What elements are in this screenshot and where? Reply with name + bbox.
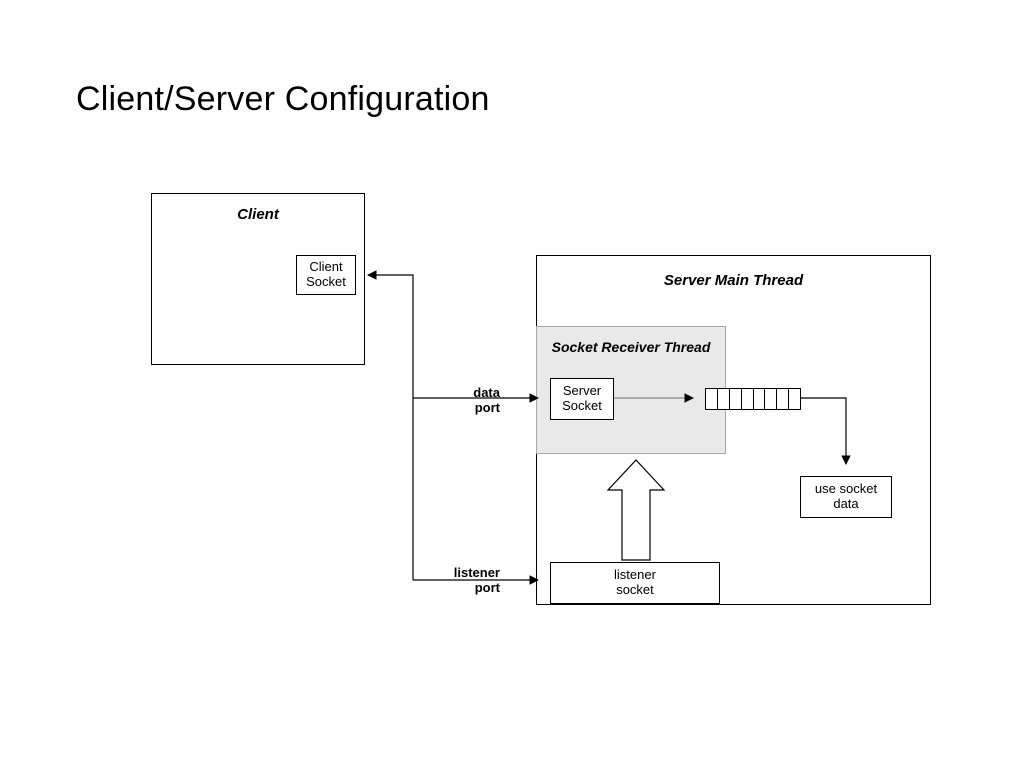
page-title: Client/Server Configuration	[76, 80, 490, 119]
client-socket-box: ClientSocket	[296, 255, 356, 295]
create-thread-label: CreateThread	[624, 484, 653, 544]
listener-port-label: listenerport	[432, 566, 500, 596]
arrow-to-client-socket	[368, 275, 413, 580]
server-main-thread-title: Server Main Thread	[537, 272, 930, 289]
data-port-label: dataport	[440, 386, 500, 416]
socket-receiver-thread-title: Socket Receiver Thread	[537, 339, 725, 355]
buffer-queue	[705, 388, 801, 410]
client-title: Client	[152, 206, 364, 223]
server-socket-box: ServerSocket	[550, 378, 614, 420]
diagram-stage: Client/Server Configuration Client Clien…	[0, 0, 1024, 768]
use-socket-data-box: use socketdata	[800, 476, 892, 518]
listener-socket-box: listenersocket	[550, 562, 720, 604]
